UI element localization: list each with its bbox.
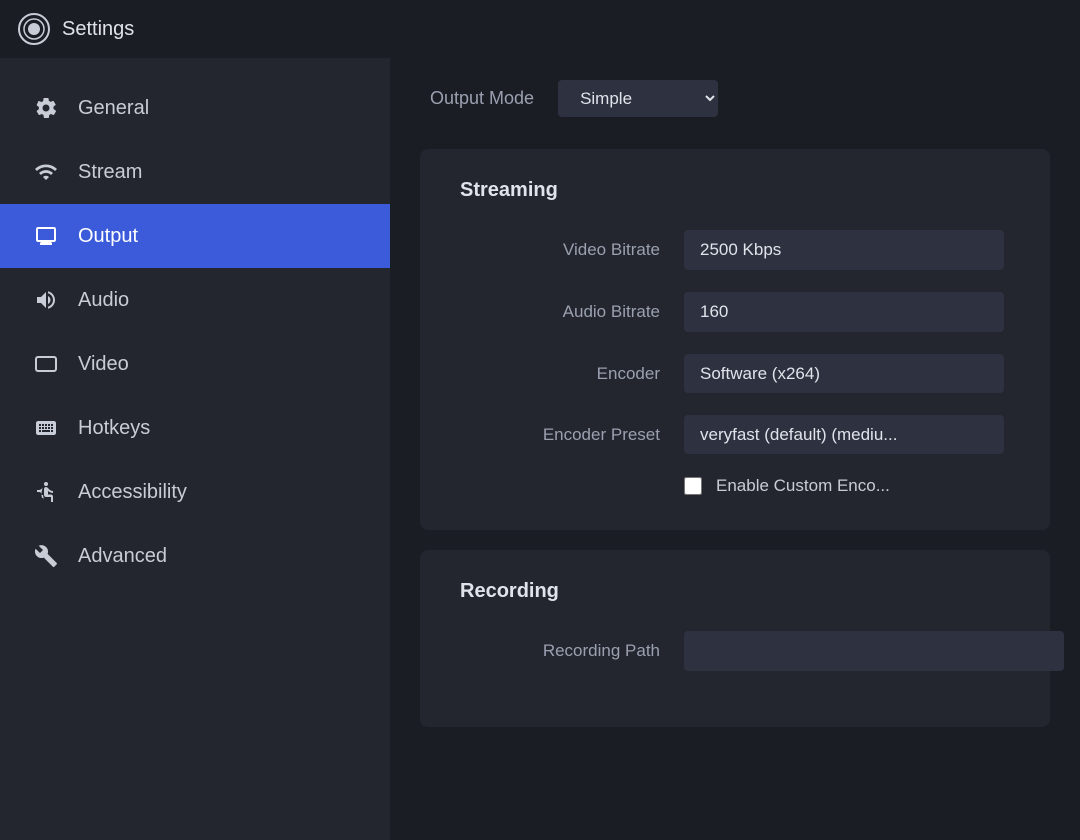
- sidebar-item-audio-label: Audio: [78, 289, 129, 312]
- output-mode-label: Output Mode: [430, 88, 534, 109]
- hotkeys-icon: [32, 414, 60, 442]
- app-logo: [18, 13, 50, 45]
- sidebar-item-hotkeys[interactable]: Hotkeys: [0, 396, 390, 460]
- sidebar-item-audio[interactable]: Audio: [0, 268, 390, 332]
- recording-path-label: Recording Path: [460, 641, 660, 661]
- advanced-icon: [32, 542, 60, 570]
- audio-bitrate-input[interactable]: [684, 292, 1004, 332]
- audio-bitrate-label: Audio Bitrate: [460, 302, 660, 322]
- encoder-row: Encoder Software (x264): [460, 354, 1010, 393]
- sidebar-item-accessibility[interactable]: Accessibility: [0, 460, 390, 524]
- sidebar-item-advanced-label: Advanced: [78, 545, 167, 568]
- output-mode-select[interactable]: Simple Advanced: [558, 80, 718, 117]
- recording-path-input[interactable]: [684, 631, 1064, 671]
- app-title: Settings: [62, 18, 134, 41]
- recording-path-row: Recording Path: [460, 631, 1010, 671]
- sidebar-item-output-label: Output: [78, 225, 138, 248]
- streaming-section: Streaming Video Bitrate Audio Bitrate En…: [420, 149, 1050, 530]
- gear-icon: [32, 94, 60, 122]
- enable-custom-encoder-checkbox[interactable]: [684, 477, 702, 495]
- encoder-label: Encoder: [460, 364, 660, 384]
- sidebar-item-hotkeys-label: Hotkeys: [78, 417, 150, 440]
- custom-encoder-row: Enable Custom Enco...: [684, 476, 1010, 496]
- sidebar-item-advanced[interactable]: Advanced: [0, 524, 390, 588]
- recording-title: Recording: [460, 580, 1010, 603]
- title-bar: Settings: [0, 0, 1080, 58]
- streaming-title: Streaming: [460, 179, 1010, 202]
- video-bitrate-row: Video Bitrate: [460, 230, 1010, 270]
- video-bitrate-label: Video Bitrate: [460, 240, 660, 260]
- stream-icon: [32, 158, 60, 186]
- encoder-preset-row: Encoder Preset veryfast (default) (mediu…: [460, 415, 1010, 454]
- sidebar-item-stream[interactable]: Stream: [0, 140, 390, 204]
- output-icon: [32, 222, 60, 250]
- encoder-preset-select[interactable]: veryfast (default) (mediu...: [684, 415, 1004, 454]
- encoder-select[interactable]: Software (x264): [684, 354, 1004, 393]
- sidebar-item-stream-label: Stream: [78, 161, 142, 184]
- sidebar-item-general[interactable]: General: [0, 76, 390, 140]
- recording-section: Recording Recording Path: [420, 550, 1050, 727]
- sidebar: General Stream Output: [0, 58, 390, 840]
- content-area: Output Mode Simple Advanced Streaming Vi…: [390, 58, 1080, 840]
- enable-custom-encoder-label: Enable Custom Enco...: [716, 476, 890, 496]
- encoder-preset-label: Encoder Preset: [460, 425, 660, 445]
- video-icon: [32, 350, 60, 378]
- audio-icon: [32, 286, 60, 314]
- video-bitrate-input[interactable]: [684, 230, 1004, 270]
- sidebar-item-video-label: Video: [78, 353, 129, 376]
- sidebar-item-accessibility-label: Accessibility: [78, 481, 187, 504]
- sidebar-item-output[interactable]: Output: [0, 204, 390, 268]
- accessibility-icon: [32, 478, 60, 506]
- sidebar-item-video[interactable]: Video: [0, 332, 390, 396]
- output-mode-bar: Output Mode Simple Advanced: [390, 58, 1080, 139]
- main-layout: General Stream Output: [0, 58, 1080, 840]
- audio-bitrate-row: Audio Bitrate: [460, 292, 1010, 332]
- sidebar-item-general-label: General: [78, 97, 149, 120]
